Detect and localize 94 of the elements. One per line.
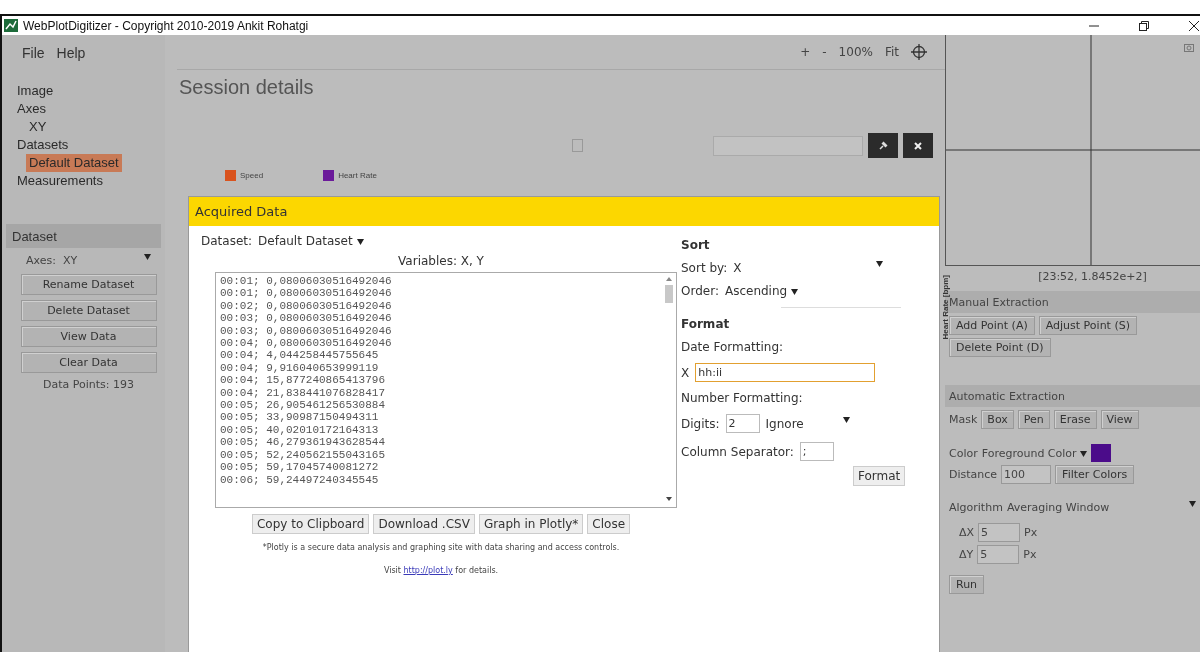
- algorithm-select[interactable]: Averaging Window: [1006, 501, 1196, 514]
- dataset-select[interactable]: Default Dataset: [258, 234, 364, 248]
- digits-label: Digits:: [681, 416, 720, 431]
- axes-select[interactable]: Axes: XY: [22, 252, 155, 269]
- extraction-button[interactable]: Adjust Point (S): [1038, 316, 1137, 335]
- menu-item[interactable]: File: [22, 44, 45, 61]
- color-swatch[interactable]: [1091, 444, 1112, 462]
- scrollbar-drawing[interactable]: [664, 275, 674, 503]
- caret-icon: [144, 254, 151, 260]
- color-label: Color: [949, 446, 978, 460]
- unit-label: Px: [1023, 548, 1037, 561]
- order-label: Order:: [681, 284, 719, 298]
- extraction-button[interactable]: Delete Point (D): [949, 338, 1051, 357]
- format-button[interactable]: Format: [853, 466, 906, 486]
- visit-text: Visit http://plot.ly for details.: [383, 566, 499, 575]
- caret-icon: [876, 261, 884, 267]
- caret-icon: [842, 416, 850, 423]
- crosshair-icon[interactable]: [911, 44, 927, 60]
- window-title: WebPlotDigitizer - Copyright 2010-2019 Ankit Rohatgi: [23, 18, 309, 33]
- order-select[interactable]: Ascending: [724, 284, 798, 298]
- sort-heading: Sort: [681, 238, 711, 252]
- sidebar-item[interactable]: Default Dataset: [26, 154, 122, 172]
- param-input[interactable]: 5: [978, 523, 1021, 542]
- distance-input[interactable]: 100: [1001, 465, 1052, 484]
- mask-button[interactable]: Erase: [1053, 410, 1097, 429]
- zoom-level: 100%: [838, 45, 873, 59]
- legend-label: Heart Rate: [338, 171, 377, 180]
- extraction-button[interactable]: Add Point (A): [949, 316, 1035, 335]
- caret-icon: [791, 289, 798, 295]
- variables-label: Variables: X, Y: [398, 254, 484, 268]
- fit-button[interactable]: Fit: [884, 45, 899, 59]
- param-label: ΔX: [959, 526, 975, 539]
- digits-mode-select[interactable]: Ignore: [765, 416, 850, 431]
- zoom-in-button[interactable]: +: [800, 45, 811, 59]
- param-label: ΔY: [959, 548, 974, 561]
- checkbox[interactable]: [572, 139, 583, 152]
- mask-button[interactable]: Box: [981, 410, 1014, 429]
- dataset-label: Dataset:: [201, 234, 253, 248]
- algorithm-label: Algorithm: [949, 501, 1003, 514]
- dialog-button[interactable]: Download .CSV: [373, 514, 475, 534]
- date-format-label: Date Formatting:: [681, 340, 785, 354]
- zoom-out-button[interactable]: -: [822, 45, 827, 59]
- caret-icon: [356, 239, 364, 245]
- mask-button[interactable]: Pen: [1017, 410, 1050, 429]
- dataset-button[interactable]: Rename Dataset: [20, 274, 157, 295]
- separator-label: Column Separator:: [681, 444, 794, 459]
- filter-colors-button[interactable]: Filter Colors: [1055, 465, 1135, 484]
- dataset-button[interactable]: Clear Data: [20, 352, 157, 373]
- pin-button[interactable]: [868, 133, 898, 158]
- plotly-link[interactable]: http://plot.ly: [403, 566, 453, 575]
- sidebar-item[interactable]: XY: [26, 118, 50, 136]
- mask-button[interactable]: View: [1100, 410, 1139, 429]
- close-icon[interactable]: [1188, 19, 1200, 32]
- date-format-input[interactable]: hh:ii: [695, 363, 876, 382]
- axis-name: X: [681, 365, 690, 380]
- distance-label: Distance: [949, 468, 998, 481]
- panel-header: Dataset: [6, 224, 161, 248]
- sidebar-item[interactable]: Measurements: [14, 172, 106, 190]
- dialog-title: Acquired Data: [189, 197, 939, 226]
- param-input[interactable]: 5: [977, 545, 1020, 564]
- caret-icon: [1080, 450, 1088, 457]
- data-points-count: Data Points: 193: [43, 378, 134, 391]
- menu-item[interactable]: Help: [56, 44, 86, 61]
- sidebar-item[interactable]: Axes: [14, 100, 49, 118]
- close-icon: [913, 140, 923, 151]
- dialog-button[interactable]: Graph in Plotly*: [478, 514, 584, 534]
- axis-label: Heart Rate [bpm]: [941, 275, 950, 340]
- page-title: Session details: [179, 76, 315, 99]
- dataset-button[interactable]: View Data: [20, 326, 157, 347]
- close-button[interactable]: [903, 133, 933, 158]
- run-button[interactable]: Run: [949, 575, 985, 594]
- color-select[interactable]: Foreground Color: [981, 446, 1088, 460]
- digits-input[interactable]: 2: [725, 414, 760, 433]
- legend-label: Speed: [240, 171, 264, 180]
- camera-icon[interactable]: [1184, 43, 1194, 53]
- restore-icon[interactable]: [1138, 19, 1150, 32]
- data-text-area[interactable]: 00:01; 0,08006030516492046 00:01; 0,08006030516492046 00:02; 0,08006030516492046 00:03; 0,08006030516492046 00:03; 0,08006030516492046 00:04; 0,08006030516492046 00:04; 4,044258445755645 00:04; 9,916040653999119 00:04; 15,877240865413796 00:04; 21,838441076828417 00:05; 26,905461256530884 00:05; 33,90987150494311 00:05; 40,02010172164313 00:05; 46,279361943628544 00:05; 52,240562155043165 00:05; 59,17045740081272 00:06; 59,24497240345545: [215, 272, 677, 508]
- select-field[interactable]: [713, 135, 863, 156]
- separator-input[interactable]: ;: [799, 442, 834, 461]
- dataset-button[interactable]: Delete Dataset: [20, 300, 157, 321]
- cursor-coordinates: [23:52, 1.8452e+2]: [1038, 270, 1147, 283]
- sort-by-select[interactable]: X: [733, 261, 884, 275]
- caret-icon: [1189, 501, 1196, 507]
- unit-label: Px: [1024, 526, 1038, 539]
- number-format-label: Number Formatting:: [681, 391, 804, 405]
- sidebar-item[interactable]: Datasets: [14, 136, 72, 154]
- section-header: Automatic Extraction: [945, 385, 1200, 407]
- dialog-button[interactable]: Copy to Clipboard: [251, 514, 370, 534]
- dialog-button[interactable]: Close: [587, 514, 631, 534]
- sort-by-label: Sort by:: [681, 261, 728, 275]
- plotly-note: *Plotly is a secure data analysis and graphing site with data sharing and access controls.: [262, 543, 620, 552]
- sidebar-item[interactable]: Image: [14, 82, 57, 100]
- mask-label: Mask: [949, 413, 978, 426]
- format-heading: Format: [681, 317, 731, 331]
